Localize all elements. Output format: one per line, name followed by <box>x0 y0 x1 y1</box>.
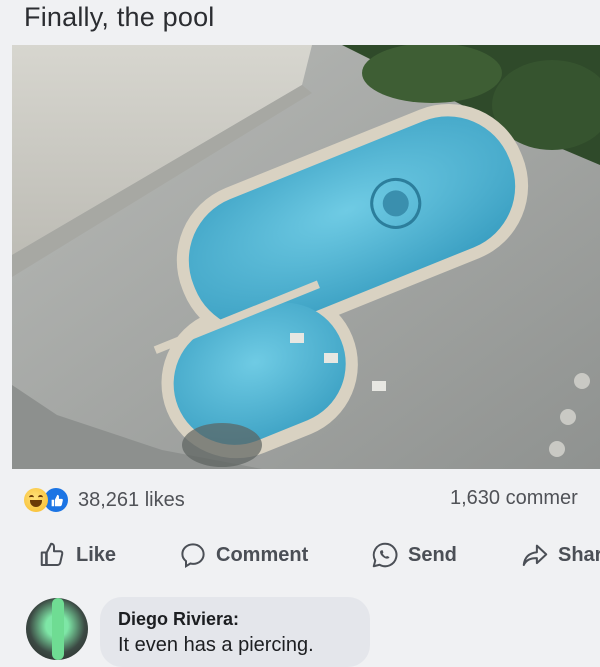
post-stats: 38,261 likes 1,630 commer <box>0 470 600 526</box>
haha-icon <box>24 488 48 512</box>
comment-icon <box>181 543 205 569</box>
reactions-summary[interactable]: 38,261 likes <box>24 486 185 514</box>
share-arrow-icon <box>522 544 548 566</box>
likes-count[interactable]: 38,261 likes <box>78 489 185 512</box>
post-title: Finally, the pool <box>24 2 215 32</box>
like-button[interactable]: Like <box>38 540 116 570</box>
comment-bubble[interactable]: Diego Riviera: It even has a piercing. <box>100 597 370 667</box>
post-photo[interactable] <box>12 45 600 469</box>
comment-author[interactable]: Diego Riviera: <box>118 609 239 630</box>
whatsapp-icon <box>372 542 398 568</box>
share-button[interactable]: Shar <box>520 540 600 570</box>
comment: Diego Riviera: It even has a piercing. <box>0 590 600 667</box>
send-button[interactable]: Send <box>370 540 457 570</box>
comments-count[interactable]: 1,630 commer <box>450 487 578 510</box>
pool-photo-illustration <box>12 45 600 469</box>
comment-text: It even has a piercing. <box>118 634 314 656</box>
share-label: Shar <box>558 543 600 566</box>
like-label: Like <box>76 543 117 566</box>
avatar[interactable] <box>26 598 88 660</box>
post-actions: Like Comment Send Shar <box>0 530 600 580</box>
comment-label: Comment <box>216 543 309 566</box>
send-label: Send <box>408 543 457 566</box>
thumbs-up-icon <box>40 542 64 566</box>
comment-button[interactable]: Comment <box>178 540 308 570</box>
